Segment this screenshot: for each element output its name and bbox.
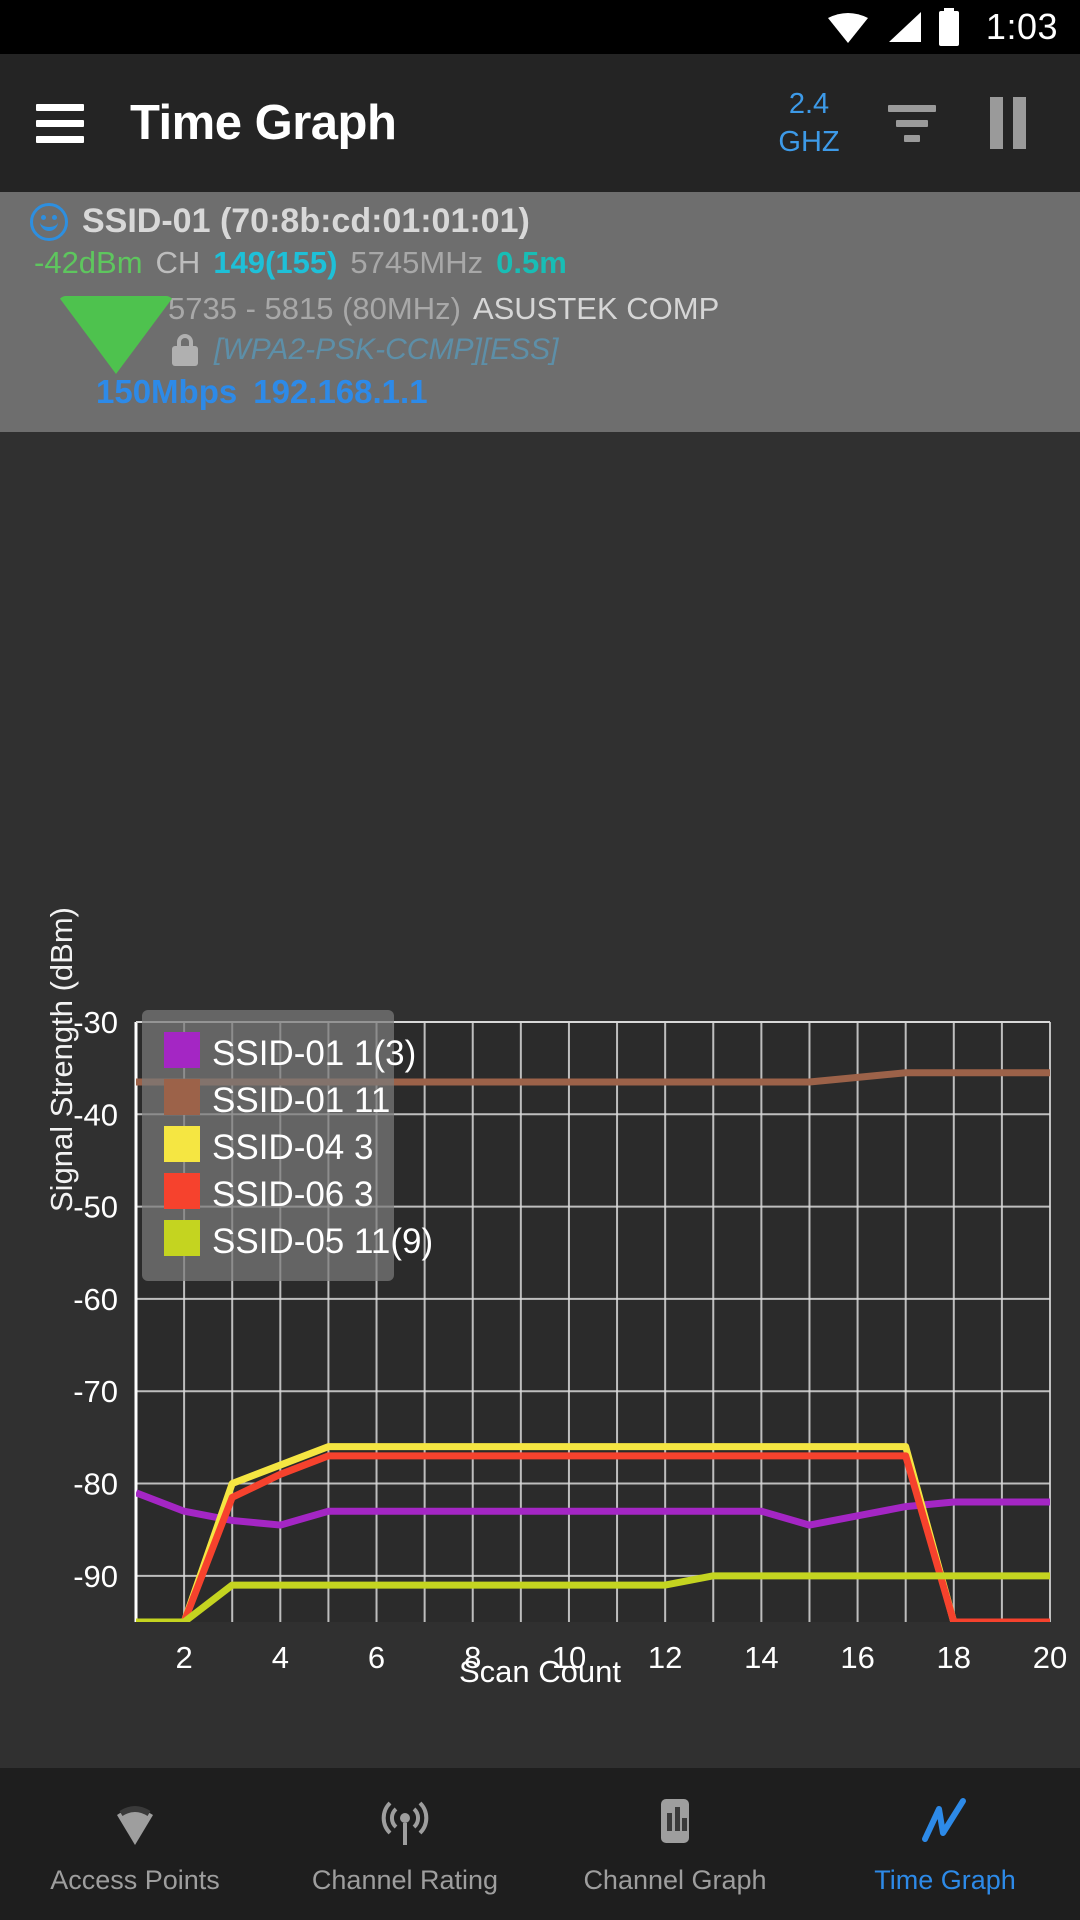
legend-color-swatch	[164, 1220, 200, 1256]
status-bar-icons	[826, 8, 962, 46]
ap-distance: 0.5m	[496, 245, 567, 280]
connected-access-point-panel[interactable]: SSID-01 (70:8b:cd:01:01:01) -42dBm CH 14…	[0, 192, 1080, 432]
band-toggle-button[interactable]: 2.4 GHZ	[754, 85, 864, 162]
app-root: 1:03 Time Graph 2.4 GHZ SSID-01 (70:8b:c…	[0, 0, 1080, 1920]
legend-label: SSID-04 3	[212, 1128, 373, 1167]
legend-label: SSID-05 11(9)	[212, 1222, 433, 1261]
radar-rating-icon	[377, 1793, 433, 1849]
app-toolbar: Time Graph 2.4 GHZ	[0, 54, 1080, 192]
ap-connection-row: 150Mbps 192.168.1.1	[0, 373, 1080, 411]
legend-color-swatch	[164, 1126, 200, 1162]
nav-label-channel-graph: Channel Graph	[583, 1864, 767, 1895]
ap-ip-address: 192.168.1.1	[253, 373, 428, 410]
nav-label-channel-rating: Channel Rating	[311, 1864, 499, 1895]
chart-x-tick: 4	[272, 1640, 289, 1675]
nav-label-time-graph: Time Graph	[874, 1864, 1016, 1895]
legend-color-swatch	[164, 1032, 200, 1068]
chart-y-tick: -70	[73, 1374, 118, 1409]
ap-signal-level: -42dBm	[34, 245, 143, 280]
legend-label: SSID-01 1(3)	[212, 1034, 416, 1073]
filter-button[interactable]	[864, 75, 960, 171]
cellular-signal-icon	[888, 12, 921, 42]
status-bar: 1:03	[0, 0, 1080, 54]
filter-icon	[888, 104, 936, 142]
ap-channel-label: CH	[155, 245, 201, 280]
nav-tab-channel-rating[interactable]: Channel Rating	[270, 1793, 540, 1896]
ap-ssid-bssid: SSID-01 (70:8b:cd:01:01:01)	[82, 202, 530, 240]
battery-icon	[938, 8, 959, 46]
page-title: Time Graph	[130, 96, 397, 150]
bottom-navigation: Access Points Channel Rating Channel Gra…	[0, 1768, 1080, 1920]
nav-label-access-points: Access Points	[50, 1864, 220, 1895]
chart-y-tick: -40	[73, 1097, 118, 1132]
legend-label: SSID-06 3	[212, 1175, 373, 1214]
nav-tab-channel-graph[interactable]: Channel Graph	[540, 1793, 810, 1896]
ap-frequency-range: 5735 - 5815 (80MHz)	[168, 291, 461, 326]
smiley-face-icon	[30, 202, 68, 241]
pause-icon	[990, 97, 1026, 149]
chart-x-tick: 2	[175, 1640, 192, 1675]
ap-frequency: 5745MHz	[350, 245, 484, 280]
chart-x-tick: 8	[464, 1640, 481, 1675]
time-graph-chart[interactable]: Signal Strength (dBm) Scan Count -30 -40-…	[0, 432, 1080, 1742]
hamburger-menu-icon[interactable]	[36, 103, 84, 143]
chart-x-tick: 18	[937, 1640, 971, 1675]
pause-scan-button[interactable]	[960, 75, 1056, 171]
ap-vendor: ASUSTEK COMP	[472, 291, 720, 326]
chart-y-tick: -90	[73, 1559, 118, 1594]
ap-security-capabilities: [WPA2-PSK-CCMP][ESS]	[214, 333, 559, 366]
band-value: 2.4	[788, 87, 830, 120]
ap-link-speed: 150Mbps	[96, 373, 238, 410]
ap-ssid-row: SSID-01 (70:8b:cd:01:01:01)	[0, 202, 1080, 241]
chart-x-tick: 12	[648, 1640, 682, 1675]
legend-label: SSID-01 11	[212, 1081, 390, 1120]
legend-color-swatch	[164, 1079, 200, 1115]
chart-x-tick: 6	[368, 1640, 385, 1675]
chart-y-tick: -30	[73, 1005, 118, 1040]
ap-channel-value: 149(155)	[213, 245, 338, 280]
chart-y-tick: -50	[73, 1190, 118, 1225]
chart-y-tick: -80	[73, 1467, 118, 1502]
chart-x-tick: 14	[744, 1640, 778, 1675]
chart-x-tick: 16	[840, 1640, 874, 1675]
legend-color-swatch	[164, 1173, 200, 1209]
wifi-icon	[827, 13, 868, 43]
line-chart-icon	[917, 1793, 973, 1849]
bar-chart-icon	[647, 1793, 703, 1849]
chart-x-tick: 10	[552, 1640, 586, 1675]
band-unit: GHZ	[778, 126, 840, 158]
ap-signal-row: -42dBm CH 149(155) 5745MHz 0.5m	[0, 245, 1080, 281]
wifi-strength-wedge-icon	[58, 296, 174, 374]
access-point-wedge-icon	[107, 1793, 163, 1849]
chart-x-tick: 20	[1033, 1640, 1067, 1675]
nav-tab-access-points[interactable]: Access Points	[0, 1793, 270, 1896]
status-bar-clock: 1:03	[985, 6, 1058, 47]
lock-icon	[172, 334, 198, 366]
nav-tab-time-graph[interactable]: Time Graph	[810, 1793, 1080, 1896]
chart-plot-area: -30 -40 -50 -60 -70 -80 -90 2 4 6 8 10 12 14 16 18 20 SSI…	[73, 1005, 1067, 1675]
chart-y-tick: -60	[73, 1282, 118, 1317]
